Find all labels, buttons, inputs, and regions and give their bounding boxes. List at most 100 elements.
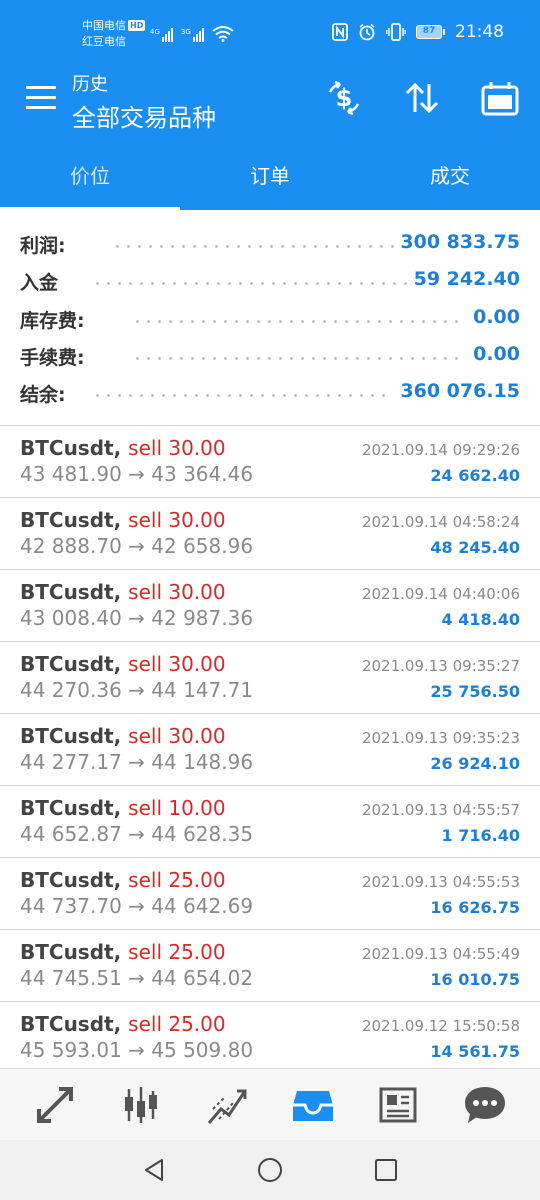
summary-label: 利润: <box>20 235 66 257</box>
signal-3g-icon: 3G <box>181 28 204 42</box>
signal-4g-icon: 4G <box>150 28 173 42</box>
carrier-2-label: 红豆电信 <box>82 35 126 48</box>
trade-symbol: BTCusdt, sell 25.00 <box>20 1012 226 1036</box>
status-bar: 中国电信 HD 红豆电信 4G 3G 87 21:48 <box>0 0 540 60</box>
trade-side: sell 30.00 <box>128 652 226 676</box>
signal-group: 4G 3G <box>150 22 234 42</box>
carrier-1-label: 中国电信 <box>82 19 126 32</box>
trade-prices: 45 593.01 → 45 509.80 <box>20 1038 254 1062</box>
trade-side: sell 30.00 <box>128 436 226 460</box>
hd-badge: HD <box>128 20 146 31</box>
news-icon[interactable] <box>377 1083 421 1127</box>
summary-value: 0.00 <box>473 306 520 328</box>
status-clock: 21:48 <box>455 22 504 42</box>
trade-profit: 24 662.40 <box>430 466 520 485</box>
trade-side: sell 25.00 <box>128 1012 226 1036</box>
trade-row[interactable]: BTCusdt, sell 25.00 44 745.51 → 44 654.0… <box>0 930 540 1002</box>
trade-prices: 44 737.70 → 44 642.69 <box>20 894 254 918</box>
trade-symbol: BTCusdt, sell 30.00 <box>20 436 226 460</box>
summary-label: 入金 <box>20 272 59 294</box>
trade-time: 2021.09.13 04:55:57 <box>361 801 520 819</box>
trade-side: sell 25.00 <box>128 868 226 892</box>
tab-deals[interactable]: 成交 <box>360 138 540 210</box>
dotted-leader <box>92 394 392 397</box>
trade-prices: 43 008.40 → 42 987.36 <box>20 606 254 630</box>
trade-side: sell 30.00 <box>128 580 226 604</box>
trade-profit: 48 245.40 <box>430 538 520 557</box>
trade-side: sell 10.00 <box>128 796 226 820</box>
quotes-arrows-icon[interactable] <box>33 1083 77 1127</box>
carrier-info: 中国电信 HD 红豆电信 <box>82 18 146 50</box>
trade-symbol: BTCusdt, sell 30.00 <box>20 508 226 532</box>
page-title[interactable]: 全部交易品种 <box>72 98 216 133</box>
trade-time: 2021.09.13 09:35:27 <box>361 657 520 675</box>
dotted-leader <box>92 282 410 285</box>
trade-prices: 44 652.87 → 44 628.35 <box>20 822 254 846</box>
trade-time: 2021.09.14 04:40:06 <box>361 585 520 603</box>
trade-side: sell 30.00 <box>128 724 226 748</box>
summary-value: 360 076.15 <box>400 380 520 402</box>
trade-row[interactable]: BTCusdt, sell 25.00 44 737.70 → 44 642.6… <box>0 858 540 930</box>
summary-row-deposit: 入金 59 242.40 <box>20 266 520 296</box>
trade-row[interactable]: BTCusdt, sell 30.00 43 481.90 → 43 364.4… <box>0 426 540 498</box>
history-inbox-icon[interactable] <box>291 1083 335 1127</box>
battery-level: 87 <box>416 25 442 39</box>
vibrate-icon <box>386 23 406 41</box>
home-icon[interactable] <box>256 1156 284 1184</box>
trade-side: sell 30.00 <box>128 508 226 532</box>
trade-row[interactable]: BTCusdt, sell 30.00 42 888.70 → 42 658.9… <box>0 498 540 570</box>
summary-value: 59 242.40 <box>413 268 520 290</box>
sort-icon[interactable] <box>402 78 442 118</box>
tab-bar: 价位 订单 成交 <box>0 138 540 210</box>
calendar-icon[interactable] <box>480 78 520 118</box>
trade-profit: 1 716.40 <box>441 826 520 845</box>
trade-time: 2021.09.12 15:50:58 <box>361 1017 520 1035</box>
trade-row[interactable]: BTCusdt, sell 30.00 44 270.36 → 44 147.7… <box>0 642 540 714</box>
summary-row-commission: 手续费: 0.00 <box>20 341 520 371</box>
trade-row[interactable]: BTCusdt, sell 30.00 43 008.40 → 42 987.3… <box>0 570 540 642</box>
trade-row[interactable]: BTCusdt, sell 10.00 44 652.87 → 44 628.3… <box>0 786 540 858</box>
trade-profit: 4 418.40 <box>441 610 520 629</box>
bottom-nav <box>0 1068 540 1140</box>
summary-label: 结余: <box>20 384 66 406</box>
candlestick-chart-icon[interactable] <box>119 1083 163 1127</box>
app-bar: 历史 全部交易品种 $ <box>0 60 540 138</box>
balance-operations-icon[interactable]: $ <box>324 78 364 118</box>
wifi-icon <box>212 26 234 42</box>
trade-profit: 25 756.50 <box>430 682 520 701</box>
trade-symbol: BTCusdt, sell 25.00 <box>20 940 226 964</box>
trade-row[interactable]: BTCusdt, sell 30.00 44 277.17 → 44 148.9… <box>0 714 540 786</box>
trade-chart-icon[interactable] <box>205 1083 249 1127</box>
recents-icon[interactable] <box>372 1156 400 1184</box>
trade-time: 2021.09.14 09:29:26 <box>361 441 520 459</box>
trade-profit: 16 010.75 <box>430 970 520 989</box>
dotted-leader <box>112 245 402 248</box>
trade-profit: 26 924.10 <box>430 754 520 773</box>
trade-row[interactable]: BTCusdt, sell 25.00 45 593.01 → 45 509.8… <box>0 1002 540 1068</box>
summary-panel: 利润: 300 833.75 入金 59 242.40 库存费: 0.00 手续… <box>0 210 540 426</box>
trade-time: 2021.09.14 04:58:24 <box>361 513 520 531</box>
summary-value: 0.00 <box>473 343 520 365</box>
trade-list: BTCusdt, sell 30.00 43 481.90 → 43 364.4… <box>0 426 540 1068</box>
back-icon[interactable] <box>140 1156 168 1184</box>
trade-time: 2021.09.13 04:55:53 <box>361 873 520 891</box>
page-subtitle: 历史 <box>72 74 108 95</box>
summary-label: 库存费: <box>20 310 85 332</box>
trade-prices: 44 277.17 → 44 148.96 <box>20 750 254 774</box>
trade-prices: 44 270.36 → 44 147.71 <box>20 678 254 702</box>
tab-orders[interactable]: 订单 <box>180 138 360 210</box>
nfc-icon <box>332 23 348 41</box>
trade-side: sell 25.00 <box>128 940 226 964</box>
summary-row-balance: 结余: 360 076.15 <box>20 378 520 408</box>
summary-row-profit: 利润: 300 833.75 <box>20 229 520 259</box>
trade-symbol: BTCusdt, sell 30.00 <box>20 652 226 676</box>
trade-profit: 16 626.75 <box>430 898 520 917</box>
status-right: 87 21:48 <box>332 22 504 42</box>
chat-icon[interactable] <box>463 1083 507 1127</box>
dotted-leader <box>132 357 462 360</box>
alarm-icon <box>359 23 375 41</box>
trade-profit: 14 561.75 <box>430 1042 520 1061</box>
tab-price[interactable]: 价位 <box>0 138 180 210</box>
menu-icon[interactable] <box>26 86 56 110</box>
summary-label: 手续费: <box>20 347 85 369</box>
